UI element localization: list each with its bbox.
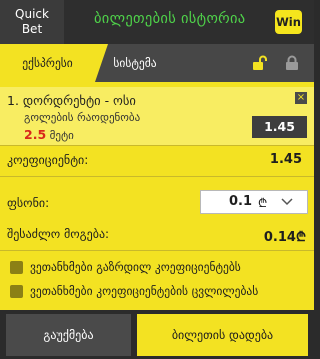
place-bet-button[interactable]: ბილეთის დადება: [137, 314, 308, 356]
coefficient-label: კოეფიციენტი:: [7, 153, 89, 167]
selection-odds: 1.45: [252, 116, 307, 138]
stake-label: ფსონი:: [7, 196, 50, 210]
remove-bet-icon[interactable]: ×: [295, 92, 307, 104]
selection: 2.5 მეტი: [24, 127, 74, 142]
win-badge[interactable]: Win: [275, 10, 302, 34]
bet-history-link[interactable]: ბილეთების ისტორია: [94, 11, 245, 27]
agree-higher-checkbox[interactable]: [10, 261, 23, 274]
tab-express[interactable]: ექსპრესი: [0, 44, 108, 82]
stake-value: 0.1: [229, 194, 253, 209]
unlock-icon[interactable]: [252, 55, 268, 71]
tab-system[interactable]: სისტემა: [105, 44, 165, 82]
market-name: გოლების რაოდენობა: [24, 111, 141, 124]
lari-icon: ₾: [258, 196, 268, 210]
coefficient-value: 1.45: [269, 152, 302, 167]
quick-bet-label-line2: Bet: [21, 22, 43, 36]
selection-label: მეტი: [49, 129, 74, 142]
possible-win-label: შესაძლო მოგება:: [7, 227, 110, 241]
quick-bet-label-line1: Quick: [15, 7, 49, 21]
selection-value: 2.5: [24, 127, 47, 142]
chevron-down-icon[interactable]: [280, 197, 294, 207]
divider: [0, 176, 314, 177]
quick-bet-button[interactable]: Quick Bet: [0, 0, 64, 44]
agree-change-label[interactable]: ვეთანხმები კოეფიციენტების ცვლილებას: [30, 284, 258, 298]
divider: [0, 250, 314, 251]
agree-change-checkbox[interactable]: [10, 285, 23, 298]
agree-higher-label[interactable]: ვეთანხმები გაზრდილ კოეფიციენტებს: [30, 260, 241, 274]
lock-icon[interactable]: [285, 55, 299, 71]
cancel-button[interactable]: გაუქმება: [6, 314, 131, 356]
divider: [0, 145, 314, 146]
match-name: 1. დორდრეხტი - ოსი: [7, 93, 136, 108]
possible-win-value: 0.14₾: [263, 230, 306, 245]
